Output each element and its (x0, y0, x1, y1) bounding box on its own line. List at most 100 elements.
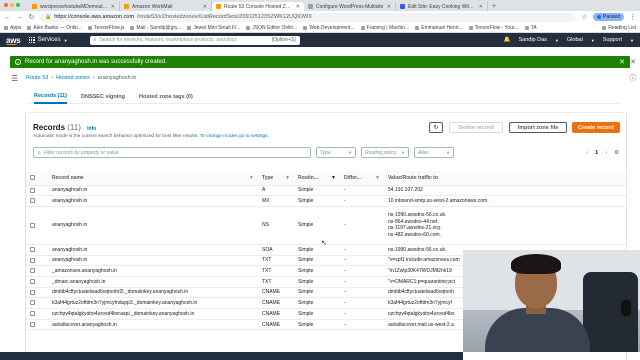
tab-records[interactable]: Records (11) (34, 90, 68, 104)
bookmark-item[interactable]: TensorFlow - Your... (468, 25, 519, 31)
bookmark-item[interactable]: Apps (4, 25, 21, 31)
close-tab-icon[interactable]: ✕ (203, 4, 207, 10)
column-header-differentiator[interactable]: Differ... ▼ (340, 171, 384, 186)
row-checkbox[interactable] (30, 198, 35, 204)
bookmark-item[interactable]: Mail - Sandip@gry... (130, 25, 181, 31)
notifications-icon[interactable]: 🔔 (504, 37, 511, 43)
chevron-right-icon[interactable]: › (605, 150, 607, 156)
routing-policy-cell: Simple (294, 276, 340, 288)
star-icon[interactable]: ☆ (581, 13, 588, 21)
back-icon[interactable]: ← (4, 14, 11, 21)
column-header-record-name[interactable]: Record name ▼ (48, 171, 258, 186)
browser-tab[interactable]: Edit Site: Easy Cooking With A ✕ (396, 2, 488, 11)
browser-tab-active[interactable]: Route 53 Console Hosted Zones ✕ (212, 2, 304, 11)
record-name-cell: autodiscover.ananyaghosh.in (48, 319, 258, 331)
alias-select[interactable]: Alias ▼ (414, 147, 454, 158)
minimize-window-icon[interactable] (10, 3, 14, 7)
row-checkbox[interactable] (30, 246, 35, 252)
services-menu[interactable]: Services ▼ (28, 36, 68, 44)
aws-search-input[interactable]: ⌕ Search for services, features, marketp… (89, 35, 300, 45)
row-checkbox[interactable] (30, 311, 35, 317)
maximize-window-icon[interactable] (16, 3, 20, 7)
bookmark-item[interactable]: Emmanuel Henri... (415, 25, 463, 31)
row-checkbox[interactable] (30, 187, 35, 193)
filter-records-input[interactable]: ⌕ Filter records by property or value (33, 147, 311, 158)
record-type-cell: TXT (258, 276, 294, 288)
import-zone-file-button[interactable]: Import zone file (509, 122, 567, 133)
page-number[interactable]: 1 (595, 150, 598, 156)
type-select[interactable]: Type ▼ (316, 147, 356, 158)
bookmark-item[interactable]: TA (524, 25, 537, 31)
bookmark-item[interactable]: TensorFlow.js (88, 25, 124, 31)
row-checkbox[interactable] (30, 268, 35, 274)
region-menu[interactable]: Global (567, 37, 583, 43)
record-type-cell: TXT (258, 265, 294, 277)
sort-icon[interactable]: ▼ (331, 175, 336, 181)
row-select-cell (26, 195, 48, 207)
bookmark-item[interactable]: JSON Editor Onlin... (246, 25, 297, 31)
user-menu[interactable]: Sandip Das (518, 37, 546, 43)
bookmark-item[interactable]: Alex Banks — Onlin... (27, 25, 82, 31)
forward-icon[interactable]: → (16, 14, 23, 21)
info-panel-icon[interactable]: ⓘ (629, 74, 637, 82)
close-window-icon[interactable] (4, 3, 8, 7)
create-record-button[interactable]: Create record (572, 122, 620, 133)
record-value-cell: ns-1990.awsdns-56.co.uk. ns-864.awsdns-44… (384, 206, 626, 245)
hamburger-icon[interactable]: ☰ (11, 74, 18, 83)
routing-policy-select[interactable]: Routing policy ▼ (361, 147, 409, 158)
row-checkbox[interactable] (30, 222, 35, 228)
delete-record-button[interactable]: Delete record (449, 122, 503, 133)
sort-icon[interactable]: ▼ (249, 175, 254, 181)
breadcrumb-route53[interactable]: Route 53 (26, 75, 48, 81)
aws-logo[interactable]: aws (6, 36, 21, 45)
gear-icon[interactable]: ⚙ (614, 150, 619, 156)
tab-hosted-zone-tags[interactable]: Hosted zone tags (0) (139, 90, 193, 104)
more-menu-icon[interactable]: ⋮ (629, 13, 636, 21)
mouse-cursor-icon: ↖ (321, 240, 327, 247)
reading-list[interactable]: Reading List (602, 25, 636, 31)
row-checkbox[interactable] (30, 278, 35, 284)
close-tab-icon[interactable]: ✕ (387, 4, 391, 10)
table-header-row: Record name ▼ Type ▼ Routin... ▼ Differ... ▼… (26, 171, 626, 186)
close-icon[interactable]: ✕ (619, 58, 625, 66)
table-row[interactable]: ananyaghosh.in MX Simple -10 inbound-smtp.u… (26, 195, 626, 207)
row-checkbox[interactable] (30, 300, 35, 306)
column-header-type[interactable]: Type ▼ (258, 171, 294, 186)
info-link[interactable]: Info (87, 126, 96, 132)
reload-icon[interactable]: ↻ (28, 13, 35, 21)
url-input[interactable]: 🔒 https://console.aws.amazon.com/route53… (40, 12, 577, 22)
column-header-routing[interactable]: Routin... ▼ (294, 171, 340, 186)
close-tab-icon[interactable]: ✕ (296, 4, 300, 10)
sort-icon[interactable]: ▼ (375, 175, 380, 181)
avatar (597, 15, 602, 19)
browser-tab[interactable]: Configure WordPress Multisite ✕ (304, 2, 396, 11)
chevron-right-icon: › (51, 75, 54, 81)
sort-icon[interactable]: ▼ (285, 175, 290, 181)
table-row[interactable]: ananyaghosh.in A Simple -54.191.107.202 (26, 185, 626, 197)
select-all-checkbox[interactable] (30, 174, 35, 180)
browser-tab[interactable]: Amazon WorkMail ✕ (120, 2, 212, 11)
chevron-left-icon[interactable]: ‹ (586, 150, 588, 156)
column-header-value[interactable]: Value/Route traffic to (384, 171, 626, 186)
tab-favicon-icon (32, 4, 37, 9)
breadcrumb-hosted-zones[interactable]: Hosted zones (56, 75, 90, 81)
close-icon[interactable]: ✕ (629, 58, 637, 66)
bookmark-icon (524, 25, 529, 30)
bookmark-item[interactable]: Web Development... (303, 25, 355, 31)
tab-dnssec-signing[interactable]: DNSSEC signing (81, 90, 125, 104)
settings-link[interactable]: To change modes go to settings. (200, 134, 269, 139)
row-checkbox[interactable] (30, 289, 35, 295)
profile-button[interactable]: Paused (593, 13, 624, 21)
grid-icon (28, 36, 35, 44)
new-tab-icon[interactable]: + (492, 3, 496, 10)
close-tab-icon[interactable]: ✕ (479, 4, 483, 10)
browser-tab[interactable]: wordpress#outubeMDemoultisite ✕ (28, 2, 120, 11)
refresh-button[interactable]: ↻ (429, 122, 443, 133)
row-checkbox[interactable] (30, 321, 35, 327)
support-menu[interactable]: Support (603, 37, 622, 43)
close-tab-icon[interactable]: ✕ (111, 4, 115, 10)
bookmark-item[interactable]: Framing | Machin... (360, 25, 409, 31)
window-controls[interactable] (4, 3, 20, 7)
bookmark-item[interactable]: Jewel Mini Small Fl... (187, 25, 240, 31)
row-checkbox[interactable] (30, 257, 35, 263)
